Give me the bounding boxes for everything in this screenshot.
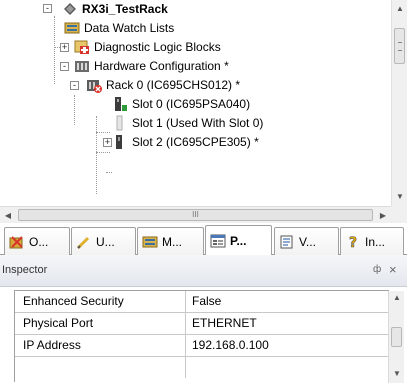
scrollbar-thumb[interactable] (391, 327, 402, 347)
scrollbar-thumb[interactable] (394, 28, 405, 64)
tab-variables[interactable]: V... (274, 227, 339, 255)
tree-item-label: Slot 2 (IC695CPE305) * (132, 135, 259, 149)
cpu-module-icon (116, 135, 122, 149)
monitor-icon (142, 236, 158, 247)
scrollbar-corner (391, 206, 407, 223)
empty-slot-icon (116, 115, 123, 131)
property-value[interactable]: ETHERNET (186, 313, 388, 334)
tree-item-rack-0[interactable]: Rack 0 (IC695CHS012) * (86, 76, 240, 94)
rack-icon (87, 80, 102, 93)
properties-icon (210, 234, 226, 247)
property-value (186, 357, 388, 379)
scroll-left-arrow-icon[interactable]: ◀ (0, 207, 16, 224)
pencil-icon (76, 236, 90, 249)
tab-properties[interactable]: P... (205, 225, 272, 255)
tree-item-diagnostic-logic-blocks[interactable]: Diagnostic Logic Blocks (74, 38, 221, 56)
expand-toggle[interactable]: + (103, 138, 112, 147)
navigator-icon (9, 235, 23, 248)
expand-toggle[interactable]: + (60, 43, 69, 52)
scroll-right-arrow-icon[interactable]: ▶ (375, 207, 391, 224)
pin-icon[interactable]: ф (373, 264, 381, 275)
tree-vertical-scrollbar[interactable]: ▲ ▼ (391, 0, 407, 206)
property-value[interactable]: False (186, 291, 388, 312)
variables-icon (280, 235, 293, 248)
tree-item-slot-0[interactable]: Slot 0 (IC695PSA040) (112, 95, 250, 113)
property-grid-scrollbar[interactable]: ▲ ▼ (388, 291, 404, 383)
tree-item-label: RX3i_TestRack (82, 2, 168, 16)
help-icon: ? (349, 234, 358, 250)
scroll-down-arrow-icon[interactable]: ▼ (389, 369, 405, 378)
tree-connector (54, 16, 55, 84)
tree-connector (74, 95, 75, 125)
project-tree: - RX3i_TestRack Data Watch Lists + Diagn… (0, 0, 391, 206)
tab-label: U... (96, 234, 115, 249)
tree-item-label: Rack 0 (IC695CHS012) * (106, 78, 241, 92)
svg-text:?: ? (349, 235, 357, 250)
tab-navigator[interactable]: O... (4, 227, 70, 255)
property-row (15, 357, 388, 379)
property-grid: Enhanced Security False Physical Port ET… (14, 290, 404, 383)
tree-connector (106, 172, 112, 173)
scrollbar-thumb[interactable]: III (18, 209, 373, 221)
tree-item-label: Diagnostic Logic Blocks (94, 40, 221, 54)
tree-item-label: Slot 1 (Used With Slot 0) (132, 116, 264, 130)
tab-label: In... (365, 234, 386, 249)
collapse-toggle[interactable]: - (60, 62, 69, 71)
inspector-header: Inspector ф × (0, 255, 407, 287)
tree-item-label: Data Watch Lists (84, 21, 175, 35)
tree-connector (96, 132, 110, 133)
scroll-up-arrow-icon[interactable]: ▲ (392, 2, 407, 16)
property-key (15, 357, 186, 378)
tree-item-hardware-configuration[interactable]: Hardware Configuration * (74, 57, 229, 75)
property-key: Physical Port (15, 313, 186, 334)
tab-label: O... (29, 234, 49, 249)
tree-item-label: Hardware Configuration * (94, 59, 229, 73)
tab-monitor[interactable]: M... (137, 227, 204, 255)
tree-item-rx3i-testrack[interactable]: RX3i_TestRack (62, 0, 168, 18)
tab-label: M... (162, 234, 182, 249)
scroll-up-arrow-icon[interactable]: ▲ (389, 293, 405, 302)
tree-connector (96, 116, 97, 194)
collapse-toggle[interactable]: - (43, 4, 52, 13)
property-row-physical-port[interactable]: Physical Port ETHERNET (15, 313, 388, 335)
tree-item-slot-1[interactable]: Slot 1 (Used With Slot 0) (112, 114, 263, 132)
property-key: Enhanced Security (15, 291, 186, 312)
data-watch-icon (64, 22, 80, 34)
tree-connector (96, 152, 110, 153)
tab-utilities[interactable]: U... (71, 227, 136, 255)
navigator-tab-strip: O... U... M... P... V... ? In... (0, 223, 407, 255)
tab-label: V... (299, 234, 316, 249)
property-value[interactable]: 192.168.0.100 (186, 335, 388, 356)
tab-help[interactable]: ? In... (340, 227, 404, 255)
tab-label: P... (230, 233, 247, 248)
tree-item-data-watch-lists[interactable]: Data Watch Lists (64, 19, 174, 37)
property-key: IP Address (15, 335, 186, 356)
power-supply-icon (115, 97, 127, 111)
inspector-title: Inspector (2, 264, 48, 276)
property-row-ip-address[interactable]: IP Address 192.168.0.100 (15, 335, 388, 357)
property-row-enhanced-security[interactable]: Enhanced Security False (15, 291, 388, 313)
close-icon[interactable]: × (389, 262, 397, 277)
tree-item-slot-2[interactable]: Slot 2 (IC695CPE305) * (112, 133, 259, 151)
tree-item-label: Slot 0 (IC695PSA040) (132, 97, 251, 111)
scroll-down-arrow-icon[interactable]: ▼ (392, 190, 407, 204)
diagnostic-block-icon (74, 40, 89, 54)
rack-diamond-icon (64, 3, 76, 15)
tree-horizontal-scrollbar[interactable]: ◀ III ▶ (0, 206, 391, 223)
collapse-toggle[interactable]: - (70, 81, 79, 90)
hardware-config-icon (75, 61, 89, 72)
